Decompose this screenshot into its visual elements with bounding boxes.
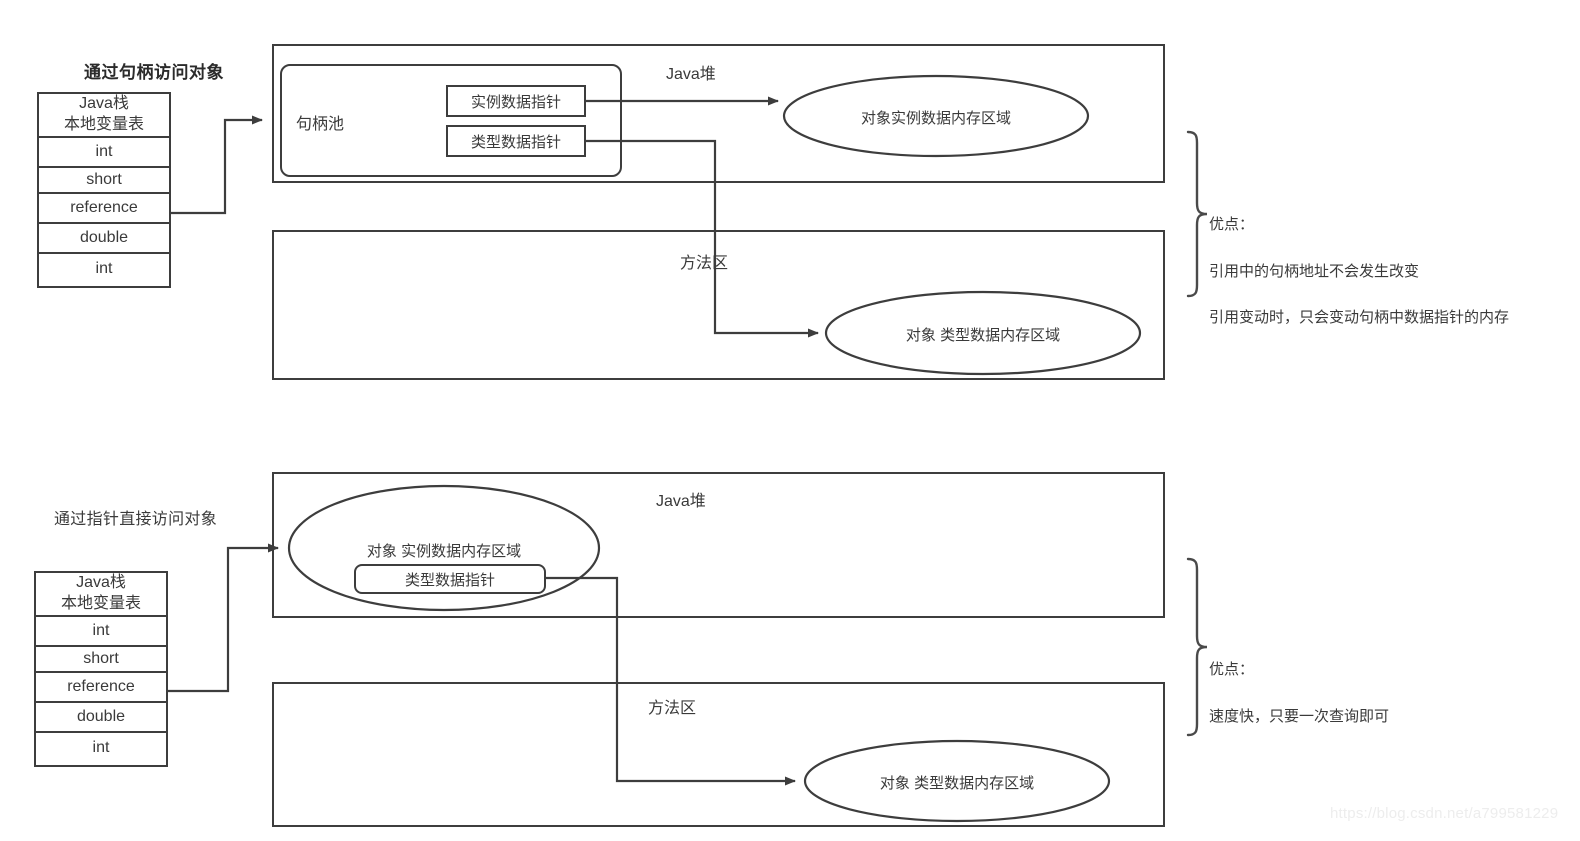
advantage-note-line1-bottom: 速度快，只要一次查询即可 — [1209, 707, 1390, 725]
stack-header-line2-bottom: 本地变量表 — [60, 595, 141, 612]
stack-row-int-1-bottom: int — [36, 617, 166, 647]
java-heap-label-top: Java堆 — [666, 66, 716, 83]
java-heap-label-bottom: Java堆 — [656, 493, 706, 510]
java-stack-table-top: Java栈 本地变量表 int short reference double i… — [37, 92, 171, 288]
stack-header-row-bottom: Java栈 本地变量表 — [36, 573, 166, 617]
object-instance-ellipse-label-bottom: 对象 实例数据内存区域 — [366, 543, 522, 560]
instance-data-pointer-box: 实例数据指针 — [446, 85, 586, 117]
stack-header-line1-bottom: Java栈 — [76, 574, 126, 592]
java-stack-table-bottom: Java栈 本地变量表 int short reference double i… — [34, 571, 168, 767]
advantage-note-line1-top: 引用中的句柄地址不会发生改变 — [1209, 262, 1420, 280]
object-type-ellipse-label-bottom: 对象 类型数据内存区域 — [879, 775, 1035, 792]
stack-row-int-2: int — [95, 260, 113, 277]
advantage-note-title-top: 优点： — [1209, 216, 1255, 234]
method-area-label-top: 方法区 — [680, 255, 729, 272]
stack-header-line2: 本地变量表 — [63, 116, 144, 133]
stack-row-reference-bottom: reference — [36, 673, 166, 703]
stack-row-short-bottom: short — [36, 647, 166, 673]
stack-row-short: short — [39, 168, 169, 194]
advantage-brace-bottom — [1186, 557, 1208, 737]
section-title-handle-access: 通过句柄访问对象 — [84, 63, 224, 82]
method-area-region-bottom — [272, 682, 1165, 827]
advantage-note-top: 优点： 引用中的句柄地址不会发生改变 引用变动时，只会变动句柄中数据指针的内存 — [1209, 190, 1569, 353]
advantage-note-line2-top: 引用变动时，只会变动句柄中数据指针的内存 — [1209, 309, 1510, 327]
type-data-pointer-box-bottom: 类型数据指针 — [354, 564, 546, 594]
type-data-pointer-box: 类型数据指针 — [446, 125, 586, 157]
stack-row-double: double — [39, 224, 169, 254]
stack-row-int-2-bottom: int — [92, 739, 110, 756]
stack-row-double-bottom: double — [36, 703, 166, 733]
advantage-note-bottom: 优点： 速度快，只要一次查询即可 — [1209, 635, 1539, 751]
section-title-pointer-access: 通过指针直接访问对象 — [54, 511, 218, 528]
handle-pool-label: 句柄池 — [296, 116, 345, 133]
connector-reference-to-instance-ellipse — [168, 543, 279, 693]
advantage-note-title-bottom: 优点： — [1209, 661, 1255, 679]
object-instance-ellipse-label-top: 对象实例数据内存区域 — [860, 110, 1011, 127]
connector-reference-to-handlepool — [171, 115, 263, 215]
stack-header-line1: Java栈 — [79, 95, 129, 113]
object-type-ellipse-label-top: 对象 类型数据内存区域 — [905, 327, 1061, 344]
watermark-url: https://blog.csdn.net/a799581229 — [1330, 805, 1559, 822]
diagram-canvas: 通过句柄访问对象 Java栈 本地变量表 int short reference… — [0, 0, 1580, 841]
method-area-label-bottom: 方法区 — [648, 700, 697, 717]
stack-row-reference: reference — [39, 194, 169, 224]
stack-row-int-1: int — [39, 138, 169, 168]
advantage-brace-top — [1186, 130, 1208, 298]
stack-header-row-top: Java栈 本地变量表 — [39, 94, 169, 138]
